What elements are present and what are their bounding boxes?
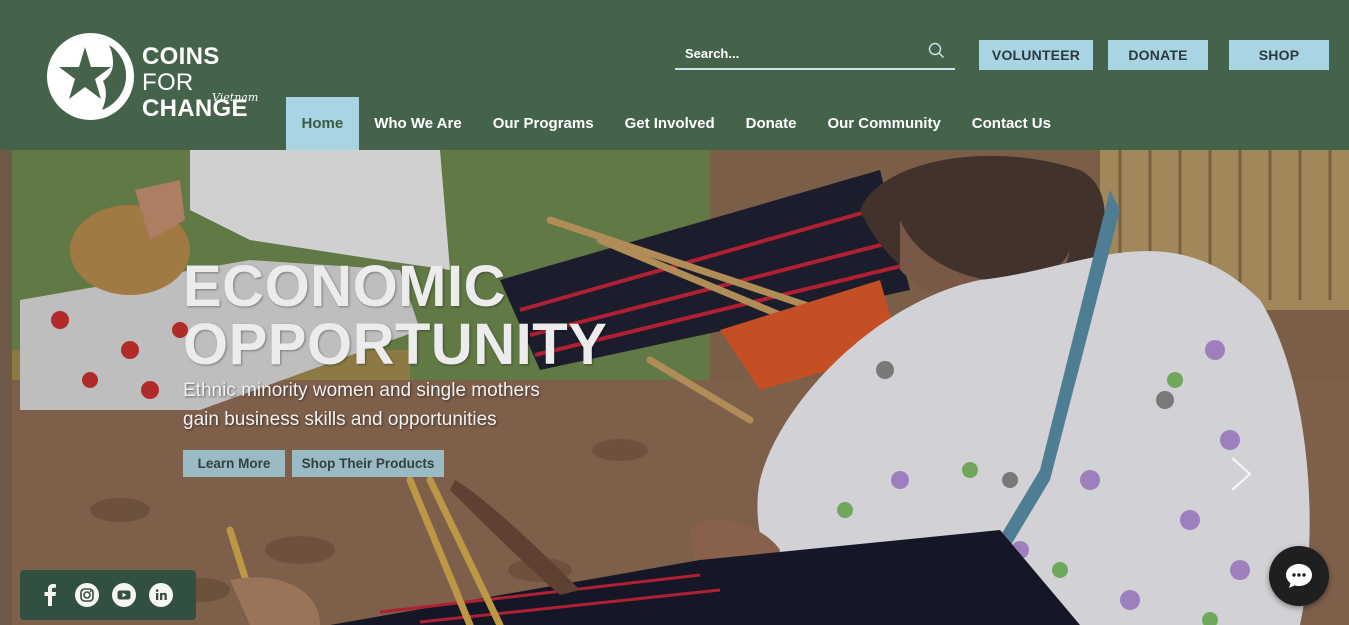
search-bar [675, 36, 955, 70]
hero-subtitle-line1: Ethnic minority women and single mothers [183, 380, 540, 401]
hero-title: ECONOMIC OPPORTUNITY [183, 258, 607, 374]
logo-subtitle: Vietnam [212, 91, 259, 104]
nav-item-who-we-are[interactable]: Who We Are [359, 97, 478, 150]
hero-title-line1: ECONOMIC [183, 254, 506, 319]
logo-text-coins: COINS [142, 43, 220, 70]
linkedin-icon[interactable] [149, 583, 173, 607]
logo-wordmark: COINS FOR CHANGE [142, 44, 267, 122]
star-icon [59, 45, 127, 110]
search-input[interactable] [685, 42, 915, 64]
main-nav: Home Who We Are Our Programs Get Involve… [286, 97, 1066, 150]
logo-text-for: FOR [142, 69, 194, 96]
nav-item-our-community[interactable]: Our Community [812, 97, 956, 150]
shop-their-products-button[interactable]: Shop Their Products [292, 450, 444, 477]
shop-button[interactable]: SHOP [1229, 40, 1329, 70]
nav-item-get-involved[interactable]: Get Involved [609, 97, 730, 150]
logo[interactable]: COINS FOR CHANGE Vietnam [47, 33, 267, 123]
instagram-icon[interactable] [75, 583, 99, 607]
search-icon[interactable] [927, 41, 947, 61]
volunteer-button[interactable]: VOLUNTEER [979, 40, 1093, 70]
nav-item-contact-us[interactable]: Contact Us [956, 97, 1066, 150]
hero-subtitle: Ethnic minority women and single mothers… [183, 376, 540, 434]
chat-widget-button[interactable] [1269, 546, 1329, 606]
learn-more-button[interactable]: Learn More [183, 450, 285, 477]
youtube-icon[interactable] [112, 583, 136, 607]
chat-bubble-icon [1286, 564, 1312, 588]
site-header: COINS FOR CHANGE Vietnam VOLUNTEER DONAT… [0, 0, 1349, 150]
hero-title-line2: OPPORTUNITY [183, 312, 608, 377]
donate-button[interactable]: DONATE [1108, 40, 1208, 70]
nav-item-home[interactable]: Home [286, 97, 359, 150]
nav-item-donate[interactable]: Donate [730, 97, 812, 150]
logo-emblem [47, 33, 134, 120]
carousel-next-arrow-icon[interactable] [1228, 456, 1254, 492]
nav-item-our-programs[interactable]: Our Programs [477, 97, 609, 150]
facebook-icon[interactable] [38, 583, 62, 607]
social-bar [20, 570, 196, 620]
hero-subtitle-line2: gain business skills and opportunities [183, 409, 497, 430]
